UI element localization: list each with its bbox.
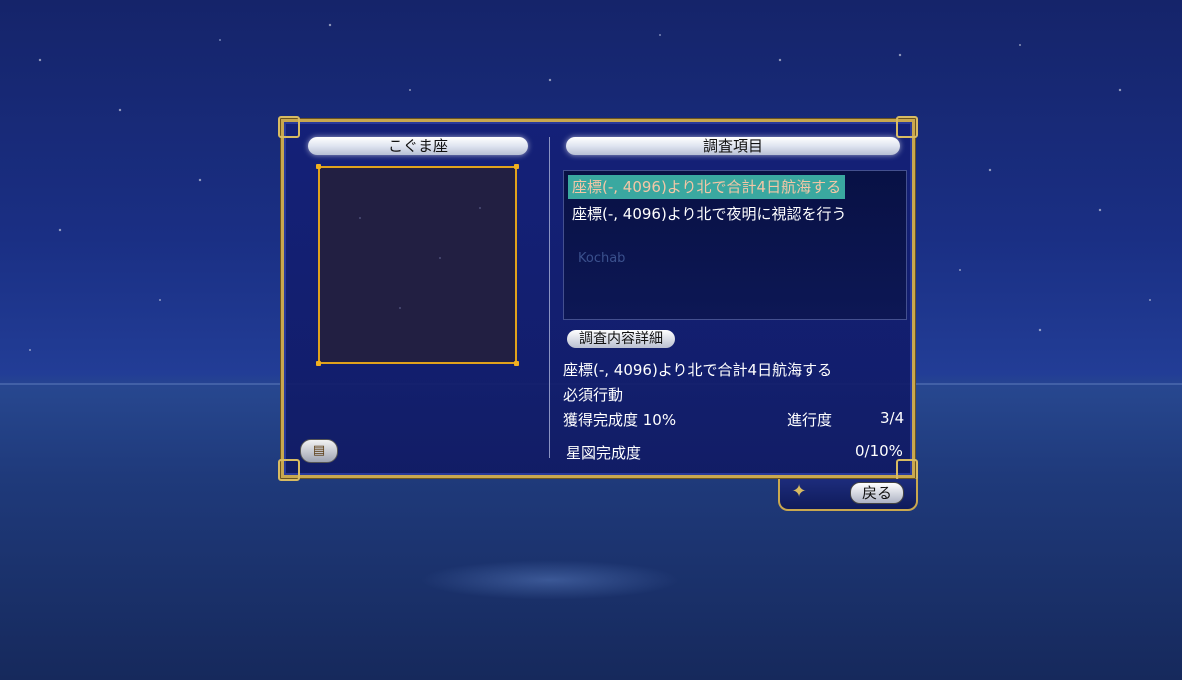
survey-dialog: こぐま座 調査項目 ▤ 座標(-, 4096)より北で合計4日航海する 座標(-… (278, 116, 918, 481)
frame-corner-ornament (896, 116, 918, 138)
detail-header: 調査内容詳細 (567, 330, 675, 348)
back-tab: ✦ 戻る (778, 479, 918, 511)
frame-corner-dot (316, 164, 321, 169)
star-chart-completion-label: 星図完成度 (566, 444, 642, 462)
progress-label: 進行度 (787, 411, 833, 429)
frame-corner-dot (514, 164, 519, 169)
detail-text: 座標(-, 4096)より北で合計4日航海する (563, 361, 833, 379)
frame-corner-ornament (278, 116, 300, 138)
required-action-text: 必須行動 (563, 386, 624, 404)
frame-corner-ornament (278, 459, 300, 481)
back-button[interactable]: 戻る (850, 482, 904, 504)
constellation-map (316, 164, 519, 366)
book-icon[interactable]: ▤ (300, 439, 338, 463)
survey-task-list: 座標(-, 4096)より北で合計4日航海する 座標(-, 4096)より北で夜… (563, 170, 907, 320)
task-item-selected[interactable]: 座標(-, 4096)より北で合計4日航海する (568, 175, 846, 199)
star-chart-completion-value: 0/10% (855, 442, 903, 460)
progress-value: 3/4 (880, 409, 905, 427)
frame-corner-dot (316, 361, 321, 366)
completion-gained: 獲得完成度 10% (563, 411, 677, 429)
background-star-label: Kochab (578, 251, 626, 266)
panel-divider (549, 137, 550, 458)
survey-items-title: 調査項目 (566, 137, 900, 155)
compass-emblem-icon: ✦ (791, 481, 807, 502)
constellation-title: こぐま座 (308, 137, 528, 155)
frame-corner-ornament (896, 459, 918, 481)
sea-reflection (420, 560, 680, 600)
frame-corner-dot (514, 361, 519, 366)
task-item[interactable]: 座標(-, 4096)より北で夜明に視認を行う (568, 202, 851, 226)
